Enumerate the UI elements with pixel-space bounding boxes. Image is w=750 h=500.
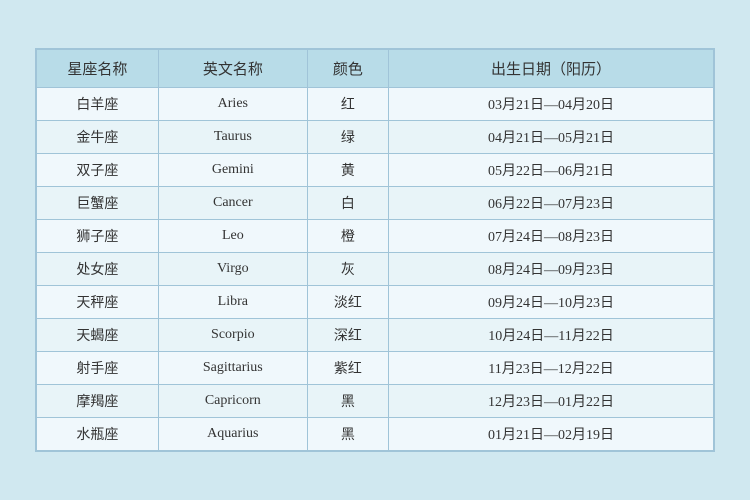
cell-en: Libra — [158, 286, 307, 319]
cell-color: 橙 — [307, 220, 388, 253]
cell-en: Gemini — [158, 154, 307, 187]
cell-color: 白 — [307, 187, 388, 220]
cell-en: Taurus — [158, 121, 307, 154]
cell-zh: 水瓶座 — [37, 418, 159, 451]
cell-date: 11月23日—12月22日 — [389, 352, 714, 385]
cell-date: 04月21日—05月21日 — [389, 121, 714, 154]
cell-en: Sagittarius — [158, 352, 307, 385]
table-row: 天秤座Libra淡红09月24日—10月23日 — [37, 286, 714, 319]
cell-date: 07月24日—08月23日 — [389, 220, 714, 253]
cell-date: 06月22日—07月23日 — [389, 187, 714, 220]
cell-zh: 巨蟹座 — [37, 187, 159, 220]
cell-en: Cancer — [158, 187, 307, 220]
cell-color: 绿 — [307, 121, 388, 154]
table-row: 巨蟹座Cancer白06月22日—07月23日 — [37, 187, 714, 220]
zodiac-table: 星座名称 英文名称 颜色 出生日期（阳历） 白羊座Aries红03月21日—04… — [36, 49, 714, 451]
cell-zh: 射手座 — [37, 352, 159, 385]
cell-en: Aquarius — [158, 418, 307, 451]
table-row: 水瓶座Aquarius黑01月21日—02月19日 — [37, 418, 714, 451]
cell-color: 紫红 — [307, 352, 388, 385]
cell-zh: 双子座 — [37, 154, 159, 187]
header-en: 英文名称 — [158, 50, 307, 88]
cell-date: 01月21日—02月19日 — [389, 418, 714, 451]
header-date: 出生日期（阳历） — [389, 50, 714, 88]
cell-color: 红 — [307, 88, 388, 121]
table-row: 天蝎座Scorpio深红10月24日—11月22日 — [37, 319, 714, 352]
table-row: 狮子座Leo橙07月24日—08月23日 — [37, 220, 714, 253]
table-header-row: 星座名称 英文名称 颜色 出生日期（阳历） — [37, 50, 714, 88]
cell-date: 03月21日—04月20日 — [389, 88, 714, 121]
table-row: 金牛座Taurus绿04月21日—05月21日 — [37, 121, 714, 154]
cell-zh: 狮子座 — [37, 220, 159, 253]
cell-date: 08月24日—09月23日 — [389, 253, 714, 286]
table-row: 处女座Virgo灰08月24日—09月23日 — [37, 253, 714, 286]
header-color: 颜色 — [307, 50, 388, 88]
cell-color: 黄 — [307, 154, 388, 187]
cell-date: 10月24日—11月22日 — [389, 319, 714, 352]
cell-zh: 摩羯座 — [37, 385, 159, 418]
zodiac-table-container: 星座名称 英文名称 颜色 出生日期（阳历） 白羊座Aries红03月21日—04… — [35, 48, 715, 452]
cell-zh: 白羊座 — [37, 88, 159, 121]
cell-zh: 天蝎座 — [37, 319, 159, 352]
cell-color: 深红 — [307, 319, 388, 352]
cell-en: Capricorn — [158, 385, 307, 418]
header-zh: 星座名称 — [37, 50, 159, 88]
cell-color: 黑 — [307, 385, 388, 418]
cell-en: Scorpio — [158, 319, 307, 352]
table-row: 白羊座Aries红03月21日—04月20日 — [37, 88, 714, 121]
table-row: 摩羯座Capricorn黑12月23日—01月22日 — [37, 385, 714, 418]
cell-en: Aries — [158, 88, 307, 121]
cell-zh: 处女座 — [37, 253, 159, 286]
table-body: 白羊座Aries红03月21日—04月20日金牛座Taurus绿04月21日—0… — [37, 88, 714, 451]
cell-date: 05月22日—06月21日 — [389, 154, 714, 187]
table-row: 射手座Sagittarius紫红11月23日—12月22日 — [37, 352, 714, 385]
cell-date: 12月23日—01月22日 — [389, 385, 714, 418]
cell-en: Virgo — [158, 253, 307, 286]
cell-color: 淡红 — [307, 286, 388, 319]
table-row: 双子座Gemini黄05月22日—06月21日 — [37, 154, 714, 187]
cell-color: 黑 — [307, 418, 388, 451]
cell-date: 09月24日—10月23日 — [389, 286, 714, 319]
cell-color: 灰 — [307, 253, 388, 286]
cell-zh: 天秤座 — [37, 286, 159, 319]
cell-zh: 金牛座 — [37, 121, 159, 154]
cell-en: Leo — [158, 220, 307, 253]
